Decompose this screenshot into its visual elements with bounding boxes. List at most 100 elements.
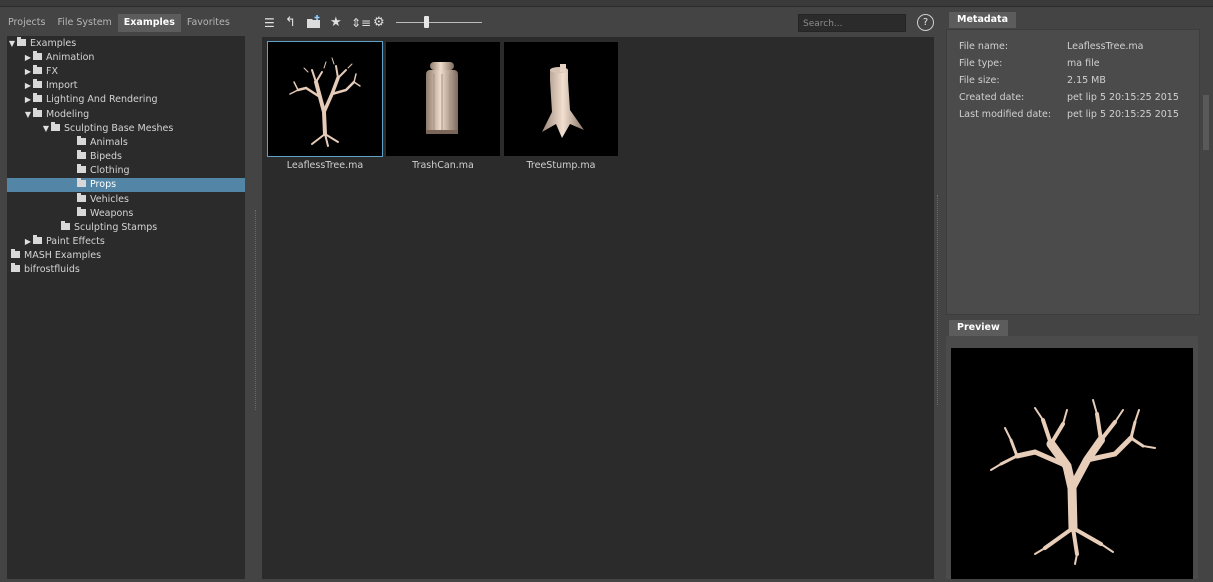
folder-icon	[77, 178, 86, 187]
tree-item-bifrostfluids[interactable]: bifrostfluids	[7, 263, 245, 277]
tree-item-sculpting-stamps[interactable]: Sculpting Stamps	[7, 221, 245, 235]
settings-icon[interactable]: ⚙	[373, 15, 385, 31]
folder-icon	[51, 122, 60, 131]
file-name-treestump[interactable]: TreeStump.ma	[504, 160, 618, 171]
chevron-right-icon[interactable]: ▶	[23, 93, 33, 107]
folder-icon	[61, 221, 70, 230]
folder-icon	[33, 51, 42, 60]
tree-item-label: bifrostfluids	[24, 264, 80, 275]
chevron-down-icon[interactable]: ▼	[23, 108, 33, 122]
add-folder-icon[interactable]	[306, 15, 322, 34]
tree-item-bipeds[interactable]: Bipeds	[7, 150, 245, 164]
tree-item-modeling[interactable]: ▼ Modeling	[7, 108, 245, 122]
tab-favorites[interactable]: Favorites	[181, 14, 236, 32]
metadata-row: File type: ma file	[959, 56, 1100, 72]
back-icon[interactable]: ↰	[285, 15, 296, 31]
metadata-key: File type:	[959, 58, 1003, 69]
tree-item-label: Paint Effects	[46, 236, 105, 247]
folder-icon	[11, 249, 20, 258]
tree-item-examples[interactable]: ▼ Examples	[7, 37, 245, 51]
file-name-leaflesstree[interactable]: LeaflessTree.ma	[268, 160, 382, 171]
metadata-row: Created date: pet lip 5 20:15:25 2015	[959, 90, 1179, 106]
folder-icon	[11, 263, 20, 272]
tab-projects[interactable]: Projects	[2, 14, 51, 32]
tree-preview-icon	[990, 399, 1156, 565]
tree-item-label: FX	[46, 66, 58, 77]
chevron-right-icon[interactable]: ▶	[23, 51, 33, 65]
metadata-value: ma file	[1067, 58, 1100, 69]
tree-item-clothing[interactable]: Clothing	[7, 164, 245, 178]
right-splitter-handle[interactable]	[937, 195, 940, 405]
metadata-value: 2.15 MB	[1067, 75, 1106, 86]
folder-icon	[33, 79, 42, 88]
browser-tabs: Projects File System Examples Favorites	[2, 14, 248, 34]
folder-icon	[33, 235, 42, 244]
list-view-icon[interactable]: ☰	[264, 15, 275, 31]
file-thumbnail-trashcan[interactable]	[386, 42, 500, 156]
folder-icon	[17, 37, 26, 46]
folder-icon	[77, 150, 86, 159]
tree-item-import[interactable]: ▶ Import	[7, 79, 245, 93]
folder-icon	[77, 207, 86, 216]
tree-item-label: Modeling	[46, 109, 90, 120]
metadata-value: pet lip 5 20:15:25 2015	[1067, 92, 1179, 103]
tree-item-vehicles[interactable]: Vehicles	[7, 193, 245, 207]
metadata-panel: File name: LeaflessTree.ma File type: ma f…	[946, 29, 1200, 315]
tree-item-fx[interactable]: ▶ FX	[7, 65, 245, 79]
metadata-value: pet lip 5 20:15:25 2015	[1067, 109, 1179, 120]
file-thumbnail-leaflesstree[interactable]	[267, 41, 383, 157]
help-icon[interactable]: ?	[917, 14, 934, 31]
chevron-right-icon[interactable]: ▶	[23, 235, 33, 249]
tree-item-label: Vehicles	[90, 194, 129, 205]
tree-item-weapons[interactable]: Weapons	[7, 207, 245, 221]
tab-file-system[interactable]: File System	[51, 14, 117, 32]
right-scrollbar[interactable]	[1203, 95, 1209, 150]
tree-item-label: Clothing	[90, 165, 130, 176]
tree-item-label: Weapons	[90, 208, 134, 219]
tree-item-animation[interactable]: ▶ Animation	[7, 51, 245, 65]
metadata-key: Last modified date:	[959, 109, 1052, 120]
trashcan-thumbnail-icon	[426, 62, 458, 134]
tree-item-mash-examples[interactable]: MASH Examples	[7, 249, 245, 263]
tree-item-label: Animation	[46, 52, 95, 63]
search-input[interactable]: Search...	[798, 14, 906, 32]
tree-item-label: MASH Examples	[24, 250, 102, 261]
thumbnail-size-slider-track[interactable]	[396, 22, 482, 23]
metadata-row: File size: 2.15 MB	[959, 73, 1106, 89]
tree-item-label: Examples	[30, 38, 77, 49]
folder-icon	[77, 164, 86, 173]
metadata-row: File name: LeaflessTree.ma	[959, 39, 1143, 55]
chevron-right-icon[interactable]: ▶	[23, 79, 33, 93]
tree-item-sculpting-base-meshes[interactable]: ▼ Sculpting Base Meshes	[7, 122, 245, 136]
left-splitter-handle[interactable]	[255, 210, 258, 410]
tree-item-lighting-and-rendering[interactable]: ▶ Lighting And Rendering	[7, 93, 245, 107]
metadata-key: Created date:	[959, 92, 1025, 103]
stump-thumbnail-icon	[542, 64, 584, 138]
tree-item-label: Lighting And Rendering	[46, 94, 158, 105]
thumbnail-size-slider-handle[interactable]	[424, 16, 429, 28]
file-name-trashcan[interactable]: TrashCan.ma	[386, 160, 500, 171]
folder-icon	[77, 193, 86, 202]
tree-item-props[interactable]: Props	[7, 178, 245, 192]
chevron-right-icon[interactable]: ▶	[23, 65, 33, 79]
tab-examples[interactable]: Examples	[117, 14, 181, 32]
tree-item-paint-effects[interactable]: ▶ Paint Effects	[7, 235, 245, 249]
chevron-down-icon[interactable]: ▼	[41, 122, 51, 136]
favorite-star-icon[interactable]: ★	[330, 15, 342, 31]
tree-item-label: Sculpting Base Meshes	[64, 123, 174, 134]
tree-item-label: Sculpting Stamps	[74, 222, 158, 233]
tree-item-label: Bipeds	[90, 151, 123, 162]
file-thumbnail-treestump[interactable]	[504, 42, 618, 156]
tree-thumbnail-icon	[289, 57, 361, 147]
tab-preview[interactable]: Preview	[949, 320, 1008, 336]
metadata-key: File size:	[959, 75, 1000, 86]
chevron-down-icon[interactable]: ▼	[7, 37, 17, 51]
folder-tree: ▼ Examples ▶ Animation ▶ FX ▶ Import ▶ Lighti…	[7, 36, 245, 579]
preview-image	[951, 348, 1193, 579]
tab-metadata[interactable]: Metadata	[949, 12, 1017, 28]
folder-icon	[33, 65, 42, 74]
folder-icon	[33, 93, 42, 102]
folder-icon	[33, 108, 42, 117]
tree-item-animals[interactable]: Animals	[7, 136, 245, 150]
sort-icon[interactable]: ⇕≡	[351, 15, 371, 31]
